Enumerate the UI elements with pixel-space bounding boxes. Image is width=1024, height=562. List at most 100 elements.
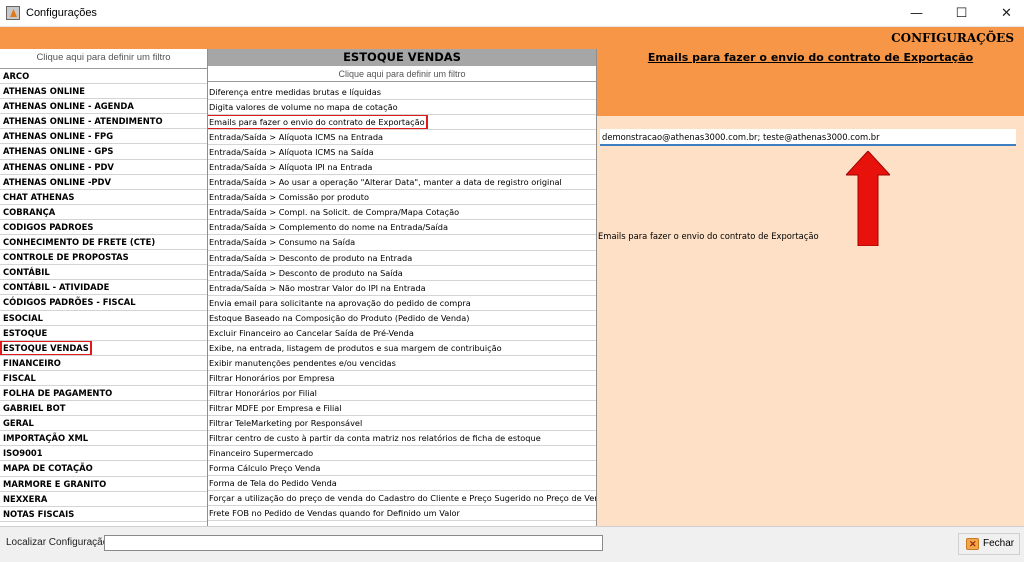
option-item-label: Entrada/Saída > Alíquota ICMS na Entrada: [209, 132, 384, 143]
emails-input[interactable]: [600, 129, 1016, 146]
option-item[interactable]: Envia email para solicitante na aprovaçã…: [208, 296, 596, 311]
option-item[interactable]: Entrada/Saída > Complemento do nome na E…: [208, 220, 596, 236]
category-item-label: CÓDIGOS PADRÕES - FISCAL: [3, 297, 136, 308]
category-item[interactable]: ATHENAS ONLINE - ATENDIMENTO: [0, 114, 207, 130]
option-item[interactable]: Forma de Tela do Pedido Venda: [208, 476, 596, 492]
category-item[interactable]: ATHENAS ONLINE - PDV: [0, 160, 207, 175]
category-item[interactable]: FISCAL: [0, 371, 207, 386]
category-item[interactable]: FOLHA DE PAGAMENTO: [0, 386, 207, 402]
category-item-label: NOTAS FISCAIS: [3, 508, 75, 519]
option-item[interactable]: Filtrar Honorários por Filial: [208, 386, 596, 401]
category-item-label: CONHECIMENTO DE FRETE (CTE): [3, 237, 156, 248]
category-item[interactable]: CODIGOS PADROES: [0, 220, 207, 236]
category-item[interactable]: ARCO: [0, 69, 207, 85]
option-item-label: Envia email para solicitante na aprovaçã…: [209, 297, 471, 308]
option-item[interactable]: Entrada/Saída > Desconto de produto na E…: [208, 251, 596, 266]
header-band: CONFIGURAÇÕES: [0, 27, 1024, 49]
category-item[interactable]: MARMORE E GRANITO: [0, 477, 207, 492]
category-item[interactable]: FINANCEIRO: [0, 356, 207, 371]
category-item[interactable]: ESOCIAL: [0, 311, 207, 326]
option-item[interactable]: Estoque Baseado na Composição do Produto…: [208, 311, 596, 326]
category-item-label: FISCAL: [3, 372, 36, 383]
category-item[interactable]: CONHECIMENTO DE FRETE (CTE): [0, 235, 207, 251]
category-item[interactable]: NEXXERA: [0, 492, 207, 507]
option-item-label: Excluir Financeiro ao Cancelar Saída de …: [209, 327, 414, 338]
category-item[interactable]: ISO9001: [0, 446, 207, 462]
arrow-shape: [846, 151, 890, 246]
option-item-label: Entrada/Saída > Alíquota IPI na Entrada: [209, 162, 373, 173]
category-item[interactable]: COBRANÇA: [0, 205, 207, 220]
option-item[interactable]: Filtrar MDFE por Empresa e Filial: [208, 401, 596, 417]
option-item-label: Entrada/Saída > Complemento do nome na E…: [209, 222, 448, 233]
category-item-label: CODIGOS PADROES: [3, 221, 94, 232]
category-item[interactable]: ESTOQUE VENDAS: [0, 340, 207, 356]
category-item-label: CONTÁBIL: [3, 267, 50, 278]
option-item[interactable]: Entrada/Saída > Ao usar a operação "Alte…: [208, 175, 596, 191]
category-item[interactable]: ATHENAS ONLINE: [0, 84, 207, 100]
option-item-label: Entrada/Saída > Alíquota ICMS na Saída: [209, 147, 374, 158]
option-item[interactable]: Entrada/Saída > Comissão por produto: [208, 190, 596, 206]
option-item[interactable]: Entrada/Saída > Não mostrar Valor do IPI…: [208, 281, 596, 296]
category-item[interactable]: CONTROLE DE PROPOSTAS: [0, 250, 207, 266]
option-item[interactable]: Diferença entre medidas brutas e líquida…: [208, 85, 596, 101]
detail-header: Emails para fazer o envio do contrato de…: [597, 49, 1024, 116]
close-icon: [966, 534, 979, 554]
category-item[interactable]: NOTAS FISCAIS: [0, 507, 207, 522]
option-item[interactable]: Entrada/Saída > Desconto de produto na S…: [208, 266, 596, 281]
option-item-label: Forma de Tela do Pedido Venda: [209, 478, 337, 489]
minimize-icon[interactable]: —: [894, 0, 939, 27]
option-item-label: Estoque Baseado na Composição do Produto…: [209, 312, 470, 323]
page-title: CONFIGURAÇÕES: [891, 31, 1014, 45]
category-item[interactable]: GERAL: [0, 416, 207, 432]
window-title: Configurações: [26, 7, 97, 19]
option-item[interactable]: Entrada/Saída > Compl. na Solicit. de Co…: [208, 205, 596, 221]
category-item-label: IMPORTAÇÃO XML: [3, 433, 89, 444]
category-item[interactable]: ATHENAS ONLINE - GPS: [0, 144, 207, 160]
option-item[interactable]: Exibe, na entrada, listagem de produtos …: [208, 341, 596, 356]
category-filter-hint[interactable]: Clique aqui para definir um filtro: [0, 49, 207, 66]
category-item[interactable]: CHAT ATHENAS: [0, 190, 207, 205]
option-item[interactable]: Emails para fazer o envio do contrato de…: [208, 115, 596, 131]
option-item-label: Filtrar Honorários por Empresa: [209, 372, 335, 383]
option-item-label: Entrada/Saída > Não mostrar Valor do IPI…: [209, 282, 426, 293]
category-item[interactable]: CONTÁBIL: [0, 265, 207, 281]
option-item[interactable]: Entrada/Saída > Alíquota ICMS na Saída: [208, 145, 596, 161]
option-item[interactable]: Forma Cálculo Preço Venda: [208, 461, 596, 477]
category-item-label: ATHENAS ONLINE: [3, 86, 86, 97]
category-item[interactable]: ATHENAS ONLINE - AGENDA: [0, 99, 207, 115]
close-window-icon[interactable]: ✕: [984, 0, 1024, 27]
option-item[interactable]: Forçar a utilização do preço de venda do…: [208, 491, 597, 507]
option-item[interactable]: Filtrar centro de custo à partir da cont…: [208, 431, 596, 447]
option-item-label: Financeiro Supermercado: [209, 448, 314, 459]
option-item[interactable]: Excluir Financeiro ao Cancelar Saída de …: [208, 326, 596, 341]
category-item[interactable]: ATHENAS ONLINE -PDV: [0, 175, 207, 190]
maximize-icon[interactable]: ☐: [939, 0, 984, 27]
option-item[interactable]: Entrada/Saída > Consumo na Saída: [208, 235, 596, 251]
option-item-label: Forçar a utilização do preço de venda do…: [209, 493, 597, 504]
option-item[interactable]: Financeiro Supermercado: [208, 446, 596, 462]
close-button[interactable]: Fechar: [958, 533, 1020, 555]
category-item[interactable]: GABRIEL BOT: [0, 401, 207, 417]
option-item[interactable]: Entrada/Saída > Alíquota IPI na Entrada: [208, 160, 596, 176]
option-item[interactable]: Digita valores de volume no mapa de cota…: [208, 100, 596, 116]
option-item[interactable]: Filtrar TeleMarketing por Responsável: [208, 416, 596, 432]
category-item[interactable]: ATHENAS ONLINE - FPG: [0, 129, 207, 145]
category-item[interactable]: IMPORTAÇÃO XML: [0, 431, 207, 447]
category-item[interactable]: CONTÁBIL - ATIVIDADE: [0, 280, 207, 296]
category-item[interactable]: MAPA DE COTAÇÃO: [0, 461, 207, 477]
options-filter-hint[interactable]: Clique aqui para definir um filtro: [208, 66, 596, 82]
option-item[interactable]: Filtrar Honorários por Empresa: [208, 371, 596, 386]
category-item-label: ATHENAS ONLINE -PDV: [3, 176, 111, 187]
category-item-label: ATHENAS ONLINE - FPG: [3, 131, 114, 142]
option-item[interactable]: Exibir manutenções pendentes e/ou vencid…: [208, 356, 596, 371]
option-item-label: Entrada/Saída > Consumo na Saída: [209, 237, 356, 248]
category-item[interactable]: ESTOQUE: [0, 326, 207, 341]
option-item-label: Filtrar MDFE por Empresa e Filial: [209, 402, 342, 413]
option-item-label: Diferença entre medidas brutas e líquida…: [209, 87, 382, 97]
option-item[interactable]: Frete FOB no Pedido de Vendas quando for…: [208, 506, 596, 522]
search-input[interactable]: [104, 535, 603, 551]
category-item-label: ATHENAS ONLINE - ATENDIMENTO: [3, 116, 163, 127]
option-item[interactable]: Entrada/Saída > Alíquota ICMS na Entrada: [208, 130, 596, 146]
category-item[interactable]: CÓDIGOS PADRÕES - FISCAL: [0, 295, 207, 311]
category-panel: Clique aqui para definir um filtro ARCO A…: [0, 49, 208, 526]
